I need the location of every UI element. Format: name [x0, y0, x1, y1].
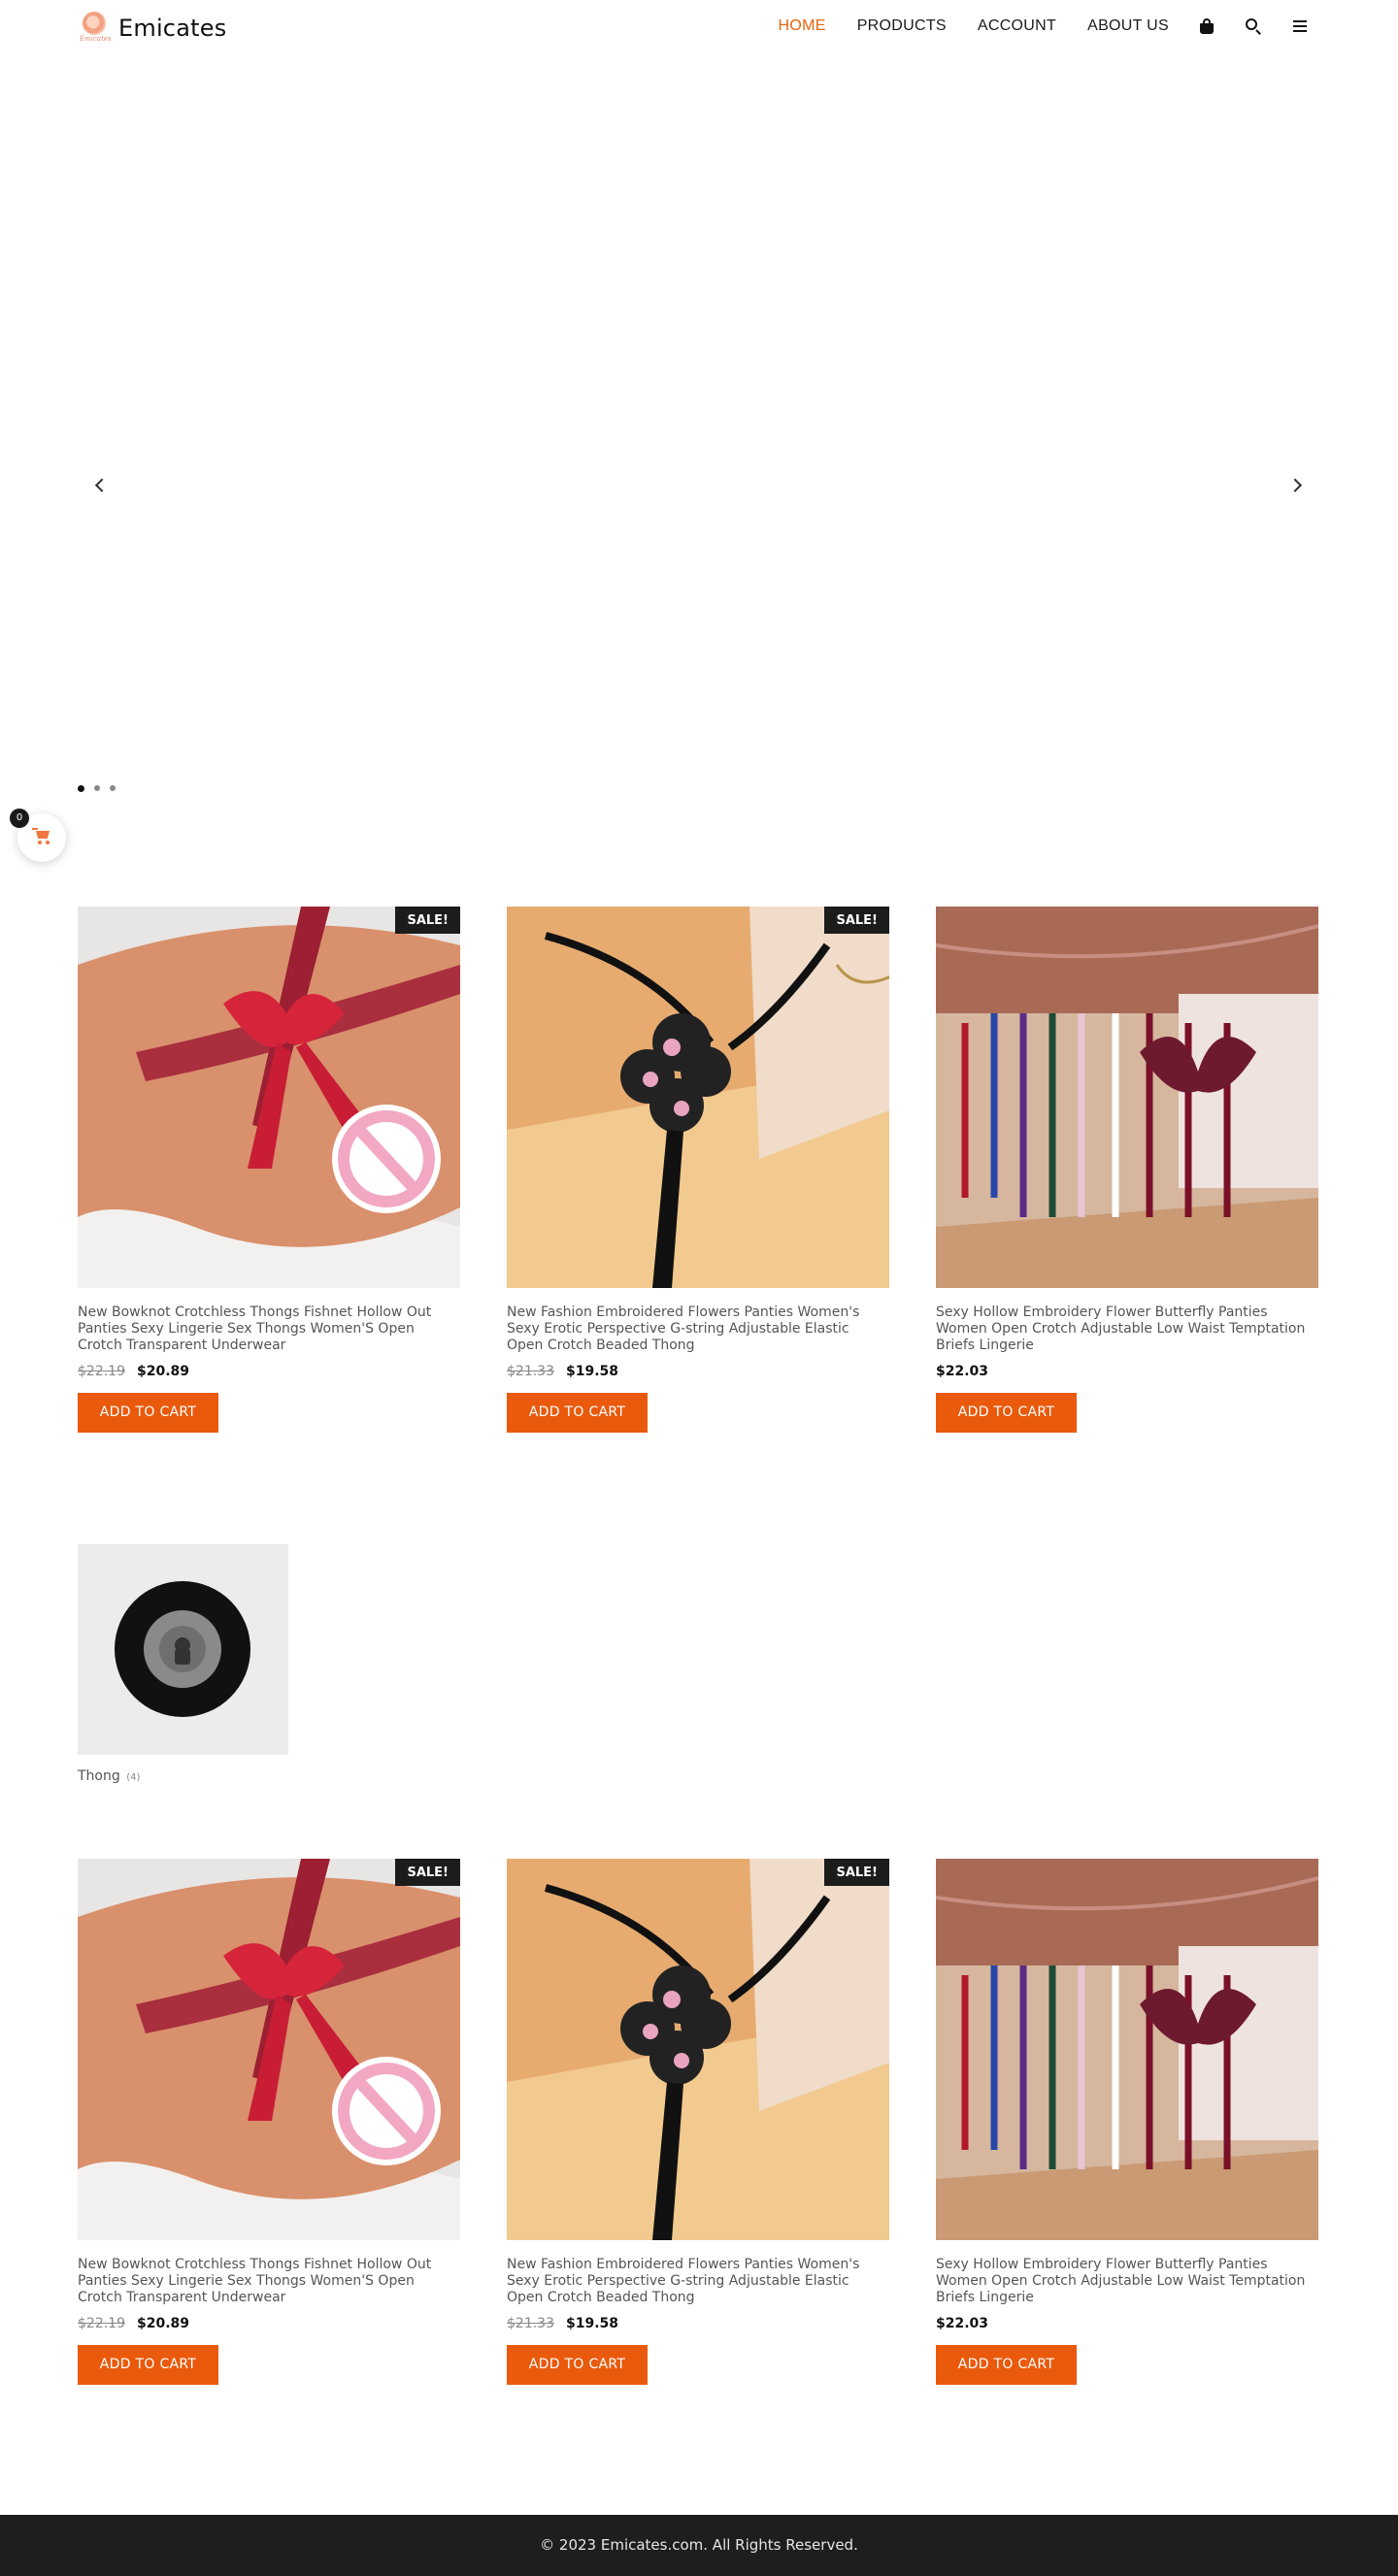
product-card: Sexy Hollow Embroidery Flower Butterfly …: [936, 1859, 1318, 2385]
product-card: SALE! New Fashion Embroidered Flowers Pa…: [507, 907, 889, 1433]
search-icon[interactable]: [1245, 17, 1262, 35]
cart-count-badge: 0: [10, 809, 29, 828]
product-image-embroidered-thong[interactable]: SALE!: [507, 907, 889, 1288]
product-price: $22.19 $20.89: [78, 1364, 460, 1383]
add-to-cart-button[interactable]: ADD TO CART: [507, 1393, 648, 1433]
current-price: $22.03: [936, 1364, 989, 1379]
copyright-text: © 2023 Emicates.com. All Rights Reserved…: [540, 2536, 858, 2554]
hero-slider: [0, 58, 1398, 854]
slider-dot-1[interactable]: [78, 785, 84, 792]
add-to-cart-button[interactable]: ADD TO CART: [507, 2345, 648, 2385]
menu-icon[interactable]: [1291, 17, 1309, 35]
product-title[interactable]: New Bowknot Crotchless Thongs Fishnet Ho…: [78, 2257, 460, 2306]
nav-products[interactable]: PRODUCTS: [857, 17, 947, 35]
product-price: $22.03: [936, 1364, 1318, 1383]
nav-about-us[interactable]: ABOUT US: [1087, 17, 1169, 35]
logo-flower-icon: Emicates: [78, 10, 112, 47]
product-image-butterfly-panties[interactable]: [936, 907, 1318, 1288]
brand-logo[interactable]: Emicates Emicates: [78, 10, 226, 47]
product-price: $22.19 $20.89: [78, 2316, 460, 2335]
category-label[interactable]: Thong (4): [78, 1768, 288, 1784]
slider-dot-2[interactable]: [94, 785, 100, 791]
old-price: $22.19: [78, 2316, 125, 2331]
product-card: Sexy Hollow Embroidery Flower Butterfly …: [936, 907, 1318, 1433]
sale-badge: SALE!: [395, 1859, 460, 1886]
product-price: $21.33 $19.58: [507, 1364, 889, 1383]
add-to-cart-button[interactable]: ADD TO CART: [936, 1393, 1077, 1433]
add-to-cart-button[interactable]: ADD TO CART: [78, 1393, 218, 1433]
add-to-cart-button[interactable]: ADD TO CART: [78, 2345, 218, 2385]
slider-prev-arrow-icon[interactable]: [91, 476, 111, 495]
product-card: SALE! New Fashion Embroidered Flowers Pa…: [507, 1859, 889, 2385]
category-image[interactable]: [78, 1544, 288, 1755]
product-title[interactable]: New Fashion Embroidered Flowers Panties …: [507, 2257, 889, 2306]
product-image-bowknot-thong[interactable]: SALE!: [78, 1859, 460, 2240]
slider-dots: [78, 785, 125, 792]
nav-account[interactable]: ACCOUNT: [978, 17, 1056, 35]
main-nav: HOME PRODUCTS ACCOUNT ABOUT US: [747, 17, 1309, 35]
add-to-cart-button[interactable]: ADD TO CART: [936, 2345, 1077, 2385]
product-image-bowknot-thong[interactable]: SALE!: [78, 907, 460, 1288]
current-price: $19.58: [566, 1364, 619, 1379]
current-price: $20.89: [137, 2316, 190, 2331]
old-price: $22.19: [78, 1364, 125, 1379]
slider-dot-3[interactable]: [110, 785, 116, 791]
old-price: $21.33: [507, 1364, 554, 1379]
current-price: $20.89: [137, 1364, 190, 1379]
product-card: SALE! New Bowknot Crotchless Thongs Fish…: [78, 1859, 460, 2385]
sale-badge: SALE!: [824, 907, 889, 934]
product-image-butterfly-panties[interactable]: [936, 1859, 1318, 2240]
current-price: $22.03: [936, 2316, 989, 2331]
site-footer: © 2023 Emicates.com. All Rights Reserved…: [0, 2515, 1398, 2576]
category-name: Thong: [78, 1768, 120, 1784]
cart-bag-icon[interactable]: [1198, 17, 1215, 35]
current-price: $19.58: [566, 2316, 619, 2331]
category-count: (4): [126, 1772, 141, 1783]
shopping-cart-icon: [32, 828, 51, 845]
product-price: $21.33 $19.58: [507, 2316, 889, 2335]
nav-home[interactable]: HOME: [778, 17, 825, 35]
product-title[interactable]: Sexy Hollow Embroidery Flower Butterfly …: [936, 2257, 1318, 2306]
product-title[interactable]: Sexy Hollow Embroidery Flower Butterfly …: [936, 1305, 1318, 1354]
slider-next-arrow-icon[interactable]: [1287, 476, 1307, 495]
product-card: SALE! New Bowknot Crotchless Thongs Fish…: [78, 907, 460, 1433]
product-title[interactable]: New Bowknot Crotchless Thongs Fishnet Ho…: [78, 1305, 460, 1354]
category-card-thong[interactable]: Thong (4): [78, 1544, 288, 1784]
product-title[interactable]: New Fashion Embroidered Flowers Panties …: [507, 1305, 889, 1354]
brand-name[interactable]: Emicates: [118, 15, 226, 42]
site-header: Emicates Emicates HOME PRODUCTS ACCOUNT …: [0, 0, 1398, 58]
old-price: $21.33: [507, 2316, 554, 2331]
product-price: $22.03: [936, 2316, 1318, 2335]
product-image-embroidered-thong[interactable]: SALE!: [507, 1859, 889, 2240]
sale-badge: SALE!: [824, 1859, 889, 1886]
sale-badge: SALE!: [395, 907, 460, 934]
